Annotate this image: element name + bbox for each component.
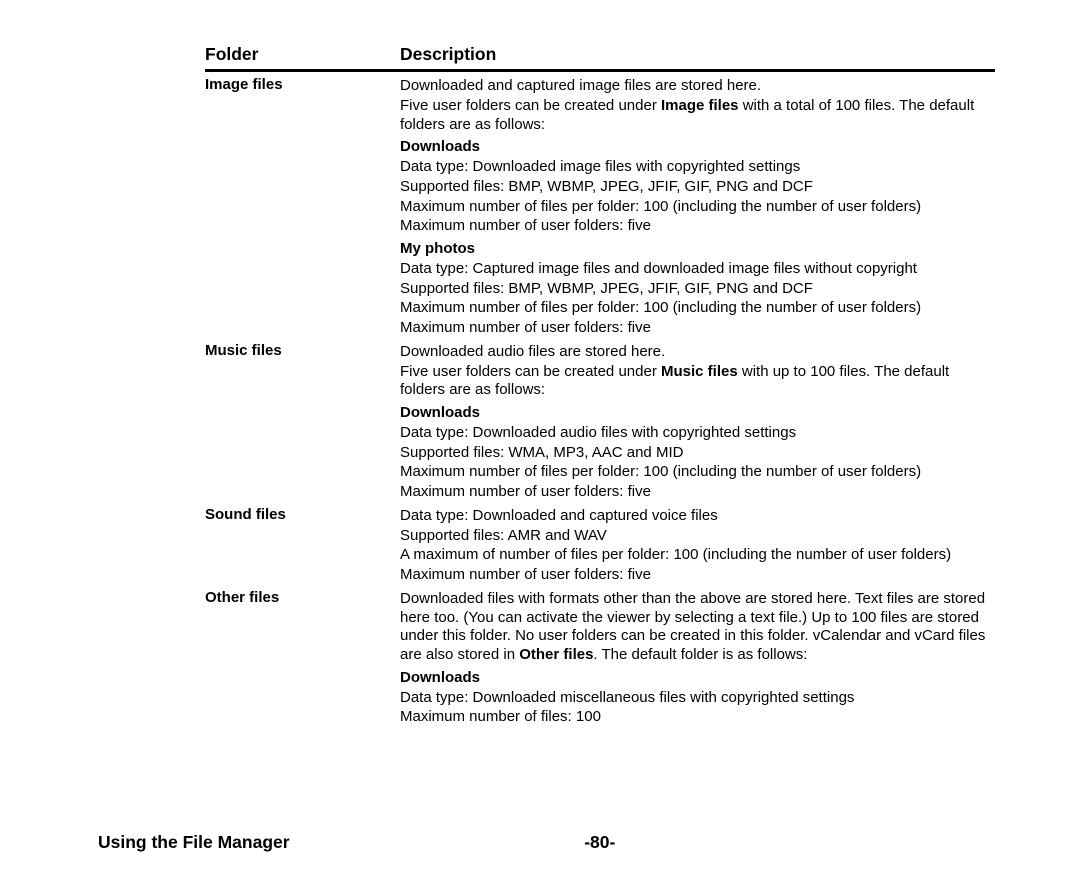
text-line: Data type: Downloaded miscellaneous file…	[400, 689, 989, 708]
text-line: Downloaded audio files are stored here.	[400, 343, 989, 362]
description-cell: Downloaded and captured image files are …	[400, 71, 995, 338]
table-row: Image files Downloaded and captured imag…	[205, 71, 995, 338]
text-line: Five user folders can be created under I…	[400, 97, 989, 135]
table-row: Music files Downloaded audio files are s…	[205, 338, 995, 502]
text-line: Supported files: BMP, WBMP, JPEG, JFIF, …	[400, 178, 989, 197]
text-line: Maximum number of user folders: five	[400, 319, 989, 338]
text-fragment: Five user folders can be created under	[400, 363, 661, 380]
text-line: Maximum number of files: 100	[400, 708, 989, 727]
page-number: -80-	[584, 832, 615, 852]
text-line: Maximum number of files per folder: 100 …	[400, 463, 989, 482]
text-fragment: Five user folders can be created under	[400, 97, 661, 114]
bold-term: Music files	[661, 363, 738, 380]
text-line: Downloaded and captured image files are …	[400, 77, 989, 96]
page-footer: Using the File Manager -80-	[98, 832, 1000, 853]
text-line: Supported files: AMR and WAV	[400, 527, 989, 546]
folder-label-image-files: Image files	[205, 71, 400, 338]
text-fragment: . The default folder is as follows:	[593, 646, 807, 663]
column-header-description: Description	[400, 44, 995, 71]
subfolder-heading-downloads: Downloads	[400, 669, 989, 688]
description-cell: Downloaded files with formats other than…	[400, 585, 995, 727]
text-line: Supported files: WMA, MP3, AAC and MID	[400, 444, 989, 463]
text-line: Data type: Downloaded audio files with c…	[400, 424, 989, 443]
text-line: Downloaded files with formats other than…	[400, 590, 989, 665]
text-line: Data type: Captured image files and down…	[400, 260, 989, 279]
text-line: Maximum number of user folders: five	[400, 566, 989, 585]
subfolder-heading-my-photos: My photos	[400, 240, 989, 259]
text-line: Maximum number of user folders: five	[400, 483, 989, 502]
text-line: Five user folders can be created under M…	[400, 363, 989, 401]
folder-label-other-files: Other files	[205, 585, 400, 727]
text-line: Maximum number of user folders: five	[400, 217, 989, 236]
table-row: Sound files Data type: Downloaded and ca…	[205, 502, 995, 585]
table-row: Other files Downloaded files with format…	[205, 585, 995, 727]
folders-table: Folder Description Image files Downloade…	[205, 44, 995, 727]
description-cell: Downloaded audio files are stored here. …	[400, 338, 995, 502]
text-line: A maximum of number of files per folder:…	[400, 546, 989, 565]
text-line: Supported files: BMP, WBMP, JPEG, JFIF, …	[400, 280, 989, 299]
bold-term: Image files	[661, 97, 739, 114]
text-line: Data type: Downloaded image files with c…	[400, 158, 989, 177]
text-line: Maximum number of files per folder: 100 …	[400, 198, 989, 217]
text-line: Maximum number of files per folder: 100 …	[400, 299, 989, 318]
bold-term: Other files	[519, 646, 593, 663]
folder-label-music-files: Music files	[205, 338, 400, 502]
column-header-folder: Folder	[205, 44, 400, 71]
text-line: Data type: Downloaded and captured voice…	[400, 507, 989, 526]
subfolder-heading-downloads: Downloads	[400, 404, 989, 423]
document-page: Folder Description Image files Downloade…	[0, 0, 1080, 883]
description-cell: Data type: Downloaded and captured voice…	[400, 502, 995, 585]
folder-label-sound-files: Sound files	[205, 502, 400, 585]
subfolder-heading-downloads: Downloads	[400, 138, 989, 157]
